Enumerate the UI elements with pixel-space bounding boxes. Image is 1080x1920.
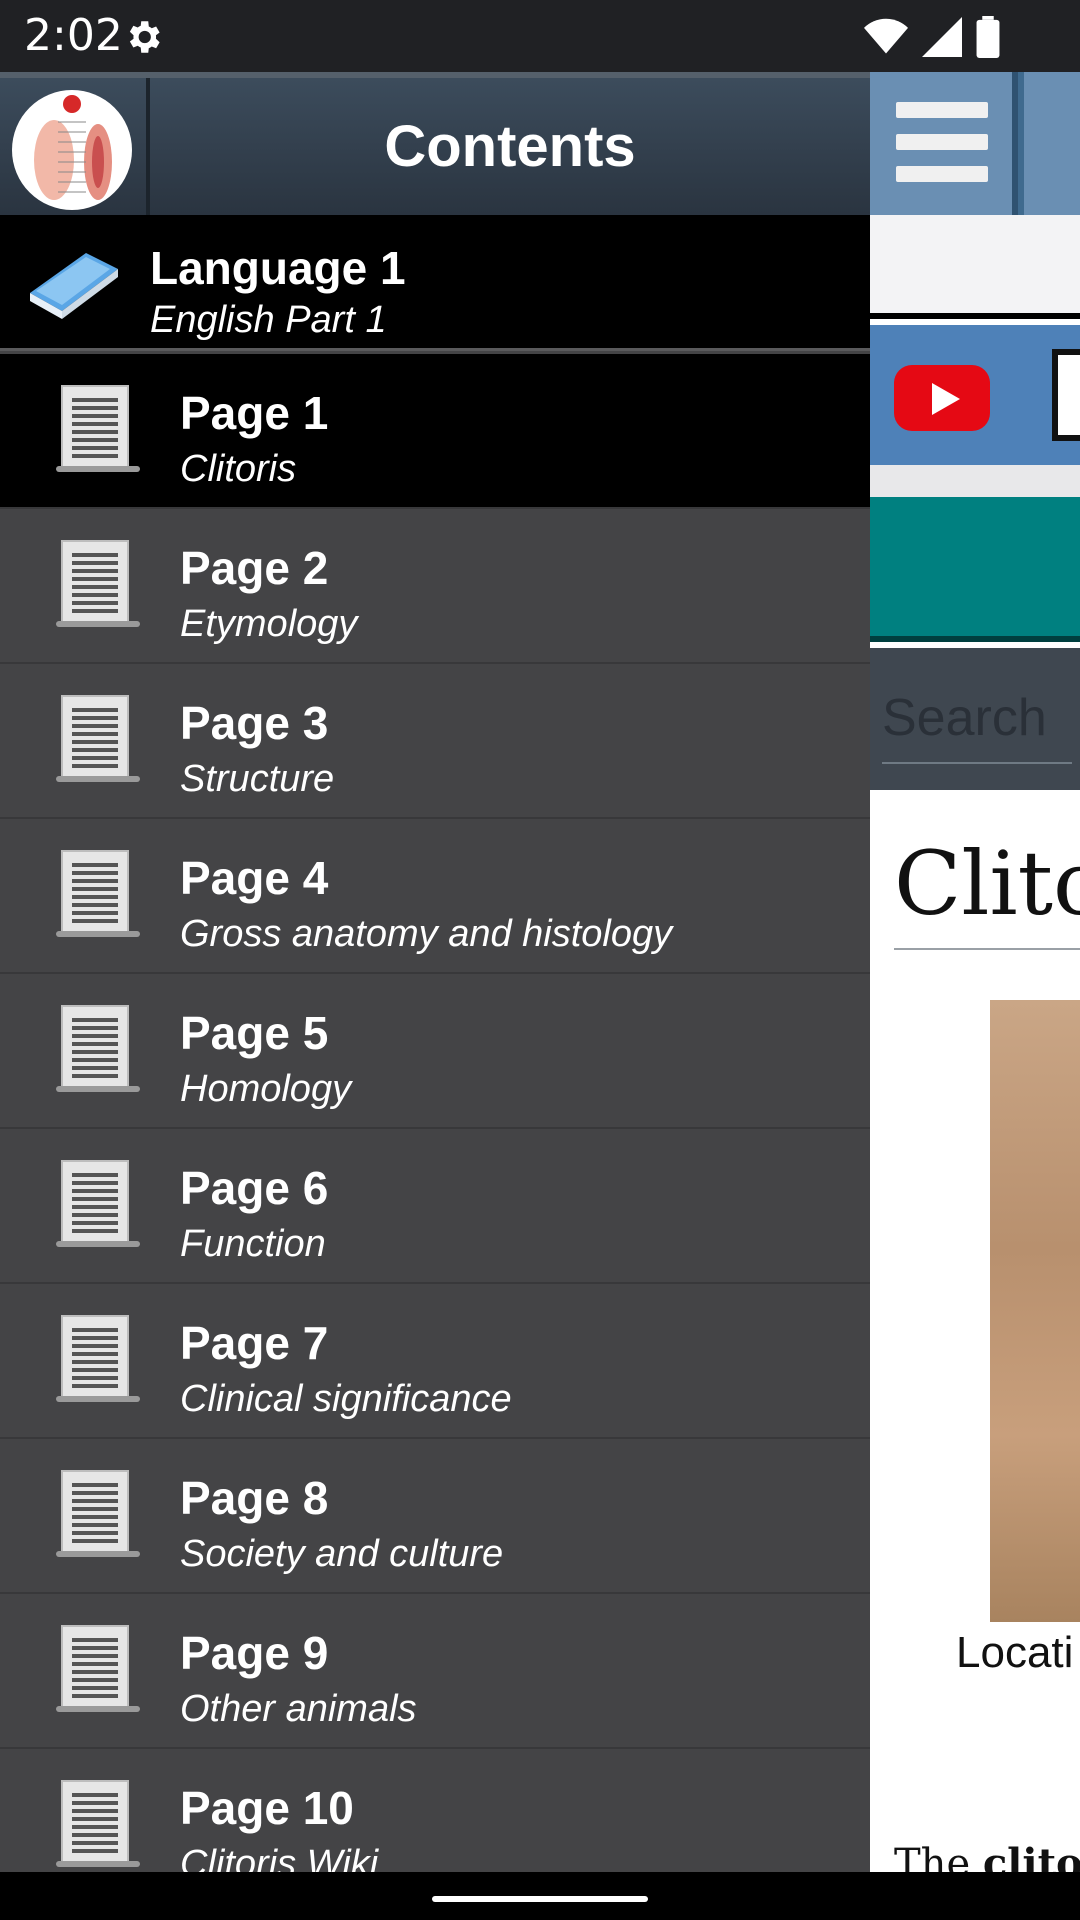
title-divider bbox=[894, 948, 1080, 950]
page-title: Page 3 bbox=[180, 697, 329, 749]
hamburger-icon-bar bbox=[896, 134, 988, 150]
drawer-title: Contents bbox=[384, 114, 636, 179]
document-icon bbox=[56, 695, 140, 782]
teal-banner bbox=[870, 497, 1080, 642]
status-bar: 2:02 bbox=[0, 0, 1080, 72]
document-icon bbox=[56, 1160, 140, 1247]
page-subtitle: Etymology bbox=[180, 603, 358, 645]
document-icon bbox=[56, 1470, 140, 1557]
page-title: Page 9 bbox=[180, 1627, 329, 1679]
page-list-item[interactable]: Page 9 Other animals bbox=[0, 1594, 870, 1749]
search-input[interactable]: Search bbox=[882, 688, 1047, 748]
page-subtitle: Other animals bbox=[180, 1688, 417, 1730]
hamburger-icon-bar bbox=[896, 166, 988, 182]
document-icon bbox=[56, 850, 140, 937]
page-list-item[interactable]: Page 4 Gross anatomy and histology bbox=[0, 819, 870, 974]
page-list-item[interactable]: Page 3 Structure bbox=[0, 664, 870, 819]
anatomy-logo-icon bbox=[34, 95, 112, 200]
battery-icon bbox=[976, 16, 1000, 58]
search-underline bbox=[882, 762, 1072, 764]
language-subtitle: English Part 1 bbox=[150, 299, 387, 341]
page-list-item[interactable]: Page 6 Function bbox=[0, 1129, 870, 1284]
page-subtitle: Clitoris bbox=[180, 448, 297, 490]
page-subtitle: Clitoris Wiki bbox=[180, 1843, 379, 1872]
book-thumbnail-icon[interactable] bbox=[1052, 349, 1080, 441]
page-list-item[interactable]: Page 5 Homology bbox=[0, 974, 870, 1129]
document-icon bbox=[56, 1625, 140, 1712]
youtube-icon[interactable] bbox=[894, 365, 990, 431]
page-title: Page 7 bbox=[180, 1317, 329, 1369]
logo-circle bbox=[12, 90, 132, 210]
hamburger-icon bbox=[896, 102, 988, 118]
background-toolbar bbox=[870, 72, 1080, 215]
home-gesture-handle[interactable] bbox=[432, 1896, 648, 1902]
background-page: Search Clito Locati The clitori bbox=[870, 72, 1080, 1872]
navigation-bar bbox=[0, 1872, 1080, 1920]
screen: { "status_bar": { "time": "2:02" }, "dra… bbox=[0, 0, 1080, 1920]
document-icon bbox=[56, 385, 140, 472]
body-bold-text: clitori bbox=[982, 1840, 1080, 1872]
article-image[interactable] bbox=[990, 1000, 1080, 1622]
page-list: Page 1 Clitoris Page 2 Etymology Page 3 Struc… bbox=[0, 354, 870, 1872]
status-icons bbox=[864, 16, 1000, 58]
page-title: Page 1 bbox=[180, 387, 329, 439]
document-icon bbox=[56, 1315, 140, 1402]
document-icon bbox=[56, 540, 140, 627]
page-title: Page 8 bbox=[180, 1472, 329, 1524]
toolbar-button[interactable] bbox=[1024, 72, 1080, 215]
page-title: Page 4 bbox=[180, 852, 329, 904]
page-title: Page 2 bbox=[180, 542, 329, 594]
page-title: Page 10 bbox=[180, 1782, 354, 1834]
status-time: 2:02 bbox=[24, 10, 123, 61]
page-list-item[interactable]: Page 1 Clitoris bbox=[0, 354, 870, 509]
search-bar[interactable]: Search bbox=[870, 648, 1080, 790]
page-list-item[interactable]: Page 2 Etymology bbox=[0, 509, 870, 664]
hamburger-menu-button[interactable] bbox=[870, 72, 1018, 215]
page-subtitle: Function bbox=[180, 1223, 326, 1265]
document-icon bbox=[56, 1005, 140, 1092]
page-title: Page 5 bbox=[180, 1007, 329, 1059]
media-bar bbox=[870, 325, 1080, 465]
navigation-drawer: Contents Language 1 English Part 1 Page … bbox=[0, 72, 870, 1872]
spacer bbox=[870, 465, 1080, 497]
page-title: Page 6 bbox=[180, 1162, 329, 1214]
page-subtitle: Clinical significance bbox=[180, 1378, 512, 1420]
book-icon bbox=[30, 253, 118, 319]
app-logo bbox=[0, 78, 150, 215]
wifi-icon bbox=[864, 18, 908, 54]
drawer-header: Contents bbox=[0, 72, 870, 215]
image-caption: Locati bbox=[956, 1628, 1074, 1677]
article-title: Clito bbox=[894, 832, 1080, 935]
page-subtitle: Structure bbox=[180, 758, 335, 800]
page-list-item[interactable]: Page 7 Clinical significance bbox=[0, 1284, 870, 1439]
page-list-item[interactable]: Page 10 Clitoris Wiki bbox=[0, 1749, 870, 1872]
language-title: Language 1 bbox=[150, 242, 406, 294]
page-list-item[interactable]: Page 8 Society and culture bbox=[0, 1439, 870, 1594]
language-selector[interactable]: Language 1 English Part 1 bbox=[0, 215, 870, 351]
signal-icon bbox=[922, 17, 962, 57]
article-body: The clitori bbox=[894, 1840, 1080, 1872]
page-subtitle: Gross anatomy and histology bbox=[180, 913, 673, 955]
document-icon bbox=[56, 1780, 140, 1867]
page-subtitle: Homology bbox=[180, 1068, 352, 1110]
page-subtitle: Society and culture bbox=[180, 1533, 504, 1575]
body-text: The bbox=[894, 1841, 983, 1872]
banner-area bbox=[870, 215, 1080, 319]
settings-gear-icon bbox=[129, 21, 160, 53]
